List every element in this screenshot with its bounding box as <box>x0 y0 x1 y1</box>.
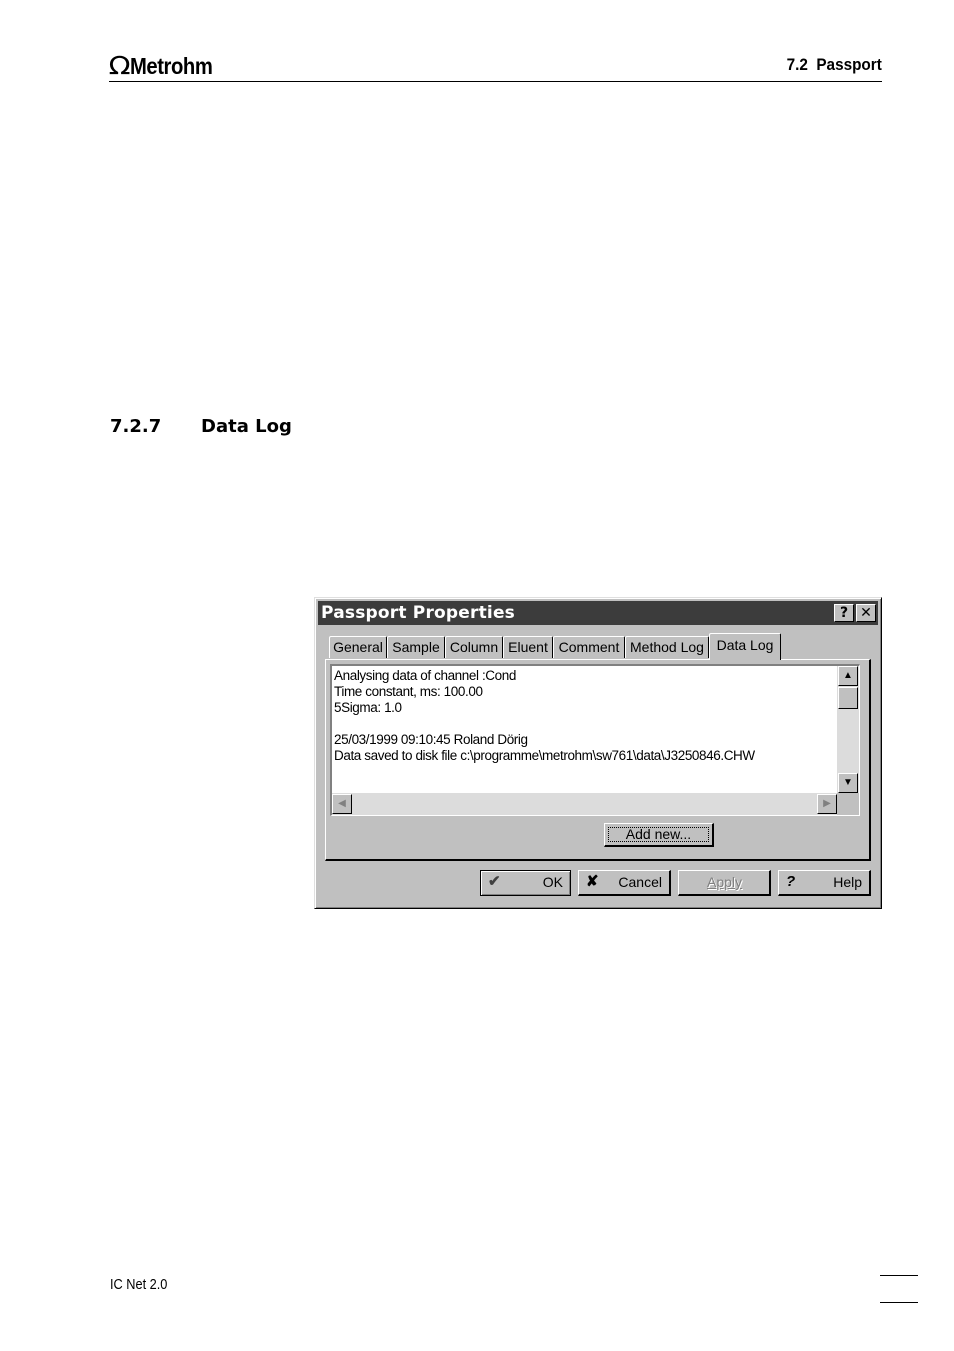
help-question-icon[interactable]: ? <box>834 604 854 622</box>
log-line: 25/03/1999 09:10:45 Roland Dörig <box>334 732 528 747</box>
tab-eluent[interactable]: Eluent <box>503 636 553 658</box>
log-line: 5Sigma: 1.0 <box>334 700 402 715</box>
section-title: Data Log <box>201 416 292 437</box>
metrohm-logo: Ω Metrohm <box>108 51 224 80</box>
log-line: Time constant, ms: 100.00 <box>334 684 483 699</box>
add-new-button[interactable]: Add new... <box>604 823 714 847</box>
scrollbar-corner <box>837 793 859 815</box>
help-label: Help <box>833 874 862 890</box>
tab-method-log[interactable]: Method Log <box>625 636 709 658</box>
logo-text: Metrohm <box>130 53 213 79</box>
passport-properties-dialog: Passport Properties ? ✕ General Sample C… <box>314 597 882 909</box>
cancel-button[interactable]: ✘ Cancel <box>578 870 671 896</box>
question-mark-icon: ? <box>786 873 796 890</box>
omega-logo-icon: Ω <box>108 51 131 80</box>
log-line: Data saved to disk file c:\programme\met… <box>334 748 755 763</box>
header-divider <box>109 81 882 82</box>
footer-rule-bottom <box>880 1302 918 1303</box>
apply-button[interactable]: Apply <box>678 870 771 896</box>
footer-product: IC Net 2.0 <box>110 1276 168 1293</box>
footer-rule-top <box>880 1275 918 1276</box>
horizontal-scrollbar[interactable]: ◀ ▶ <box>332 793 837 815</box>
log-text: Analysing data of channel :Cond Time cons… <box>334 668 755 764</box>
section-heading: 7.2.7 Data Log <box>110 416 292 437</box>
focus-rectangle <box>608 827 709 842</box>
tab-sample[interactable]: Sample <box>387 636 445 658</box>
apply-label: Apply <box>707 874 743 890</box>
cross-icon: ✘ <box>586 873 599 890</box>
ok-button[interactable]: ✔ OK <box>480 870 571 896</box>
scroll-right-arrow-icon[interactable]: ▶ <box>817 794 837 814</box>
checkmark-icon: ✔ <box>488 873 501 890</box>
data-log-textbox[interactable]: Analysing data of channel :Cond Time cons… <box>330 664 860 816</box>
scroll-down-arrow-icon[interactable]: ▼ <box>838 773 858 793</box>
data-log-panel: Analysing data of channel :Cond Time cons… <box>325 659 871 861</box>
dialog-titlebar: Passport Properties ? ✕ <box>318 601 878 625</box>
section-number: 7.2.7 <box>110 416 162 437</box>
running-header-section: 7.2 Passport <box>786 55 882 74</box>
scroll-up-arrow-icon[interactable]: ▲ <box>838 666 858 686</box>
cancel-label: Cancel <box>618 874 662 890</box>
tab-data-log[interactable]: Data Log <box>709 633 781 660</box>
help-button[interactable]: ? Help <box>778 870 871 896</box>
tab-general[interactable]: General <box>329 636 387 658</box>
ok-label: OK <box>542 874 563 890</box>
tab-column[interactable]: Column <box>445 636 503 658</box>
close-icon[interactable]: ✕ <box>856 604 876 622</box>
log-line: Analysing data of channel :Cond <box>334 668 516 683</box>
vertical-scrollbar[interactable]: ▲ ▼ <box>837 666 859 793</box>
vertical-scroll-thumb[interactable] <box>838 687 858 709</box>
dialog-title: Passport Properties <box>321 603 515 623</box>
tab-comment[interactable]: Comment <box>553 636 625 658</box>
scroll-left-arrow-icon[interactable]: ◀ <box>332 794 352 814</box>
